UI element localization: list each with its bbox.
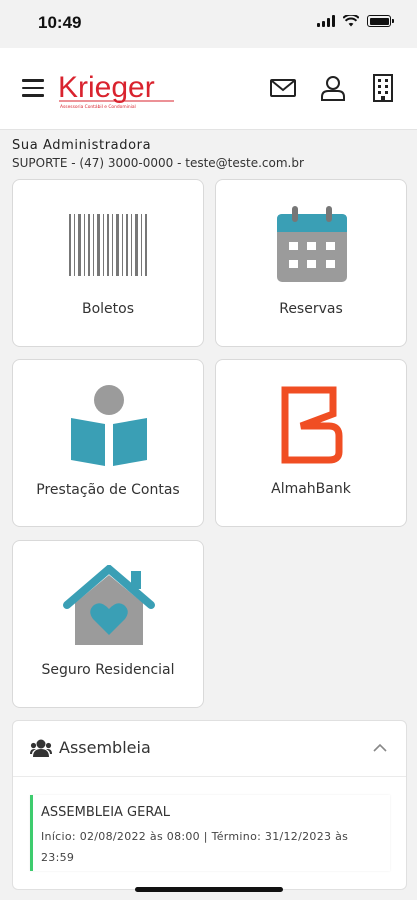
header-actions xyxy=(269,74,397,102)
assembleia-item[interactable]: ASSEMBLEIA GERAL Início: 02/08/2022 às 0… xyxy=(30,795,390,871)
krieger-logo[interactable]: Krieger Assessoria Contábil e Condominia… xyxy=(58,70,176,110)
building-icon[interactable] xyxy=(369,74,397,102)
wifi-icon xyxy=(343,15,359,27)
house-heart-icon xyxy=(63,565,155,645)
card-label-reservas: Reservas xyxy=(279,301,343,317)
status-icons xyxy=(317,15,394,27)
battery-icon xyxy=(367,15,394,27)
card-seguro-residencial[interactable]: Seguro Residencial xyxy=(12,540,204,708)
assembleia-item-title: ASSEMBLEIA GERAL xyxy=(41,805,170,820)
users-icon xyxy=(30,739,52,757)
admin-title: Sua Administradora xyxy=(12,138,152,153)
card-prestacao-contas[interactable]: Prestação de Contas xyxy=(12,359,204,527)
card-label-seguro-residencial: Seguro Residencial xyxy=(41,662,175,678)
logo-text: Krieger xyxy=(58,71,155,104)
chevron-up-icon[interactable] xyxy=(372,741,388,755)
assembleia-title: Assembleia xyxy=(59,738,151,757)
card-boletos[interactable]: Boletos xyxy=(12,179,204,347)
home-indicator xyxy=(135,887,283,892)
card-label-boletos: Boletos xyxy=(81,301,135,317)
logo-subtitle: Assessoria Contábil e Condominial xyxy=(60,103,136,110)
user-icon[interactable] xyxy=(319,74,347,102)
calendar-icon xyxy=(277,206,347,282)
book-reader-icon xyxy=(71,385,147,466)
admin-info: Sua Administradora SUPORTE - (47) 3000-0… xyxy=(0,130,417,180)
card-label-prestacao-contas: Prestação de Contas xyxy=(36,482,180,498)
mail-icon[interactable] xyxy=(269,74,297,102)
card-label-almahbank: AlmahBank xyxy=(271,481,351,497)
assembleia-item-dates: Início: 02/08/2022 às 08:00 | Término: 3… xyxy=(41,830,349,864)
app-header: Krieger Assessoria Contábil e Condominia… xyxy=(0,48,417,130)
assembleia-header[interactable]: Assembleia xyxy=(13,721,406,777)
barcode-icon xyxy=(69,214,147,276)
status-bar: 10:49 xyxy=(0,0,417,48)
status-time: 10:49 xyxy=(38,13,82,32)
assembleia-panel: Assembleia ASSEMBLEIA GERAL Início: 02/0… xyxy=(12,720,407,890)
card-reservas[interactable]: Reservas xyxy=(215,179,407,347)
signal-icon xyxy=(317,15,335,27)
card-almahbank[interactable]: AlmahBank xyxy=(215,359,407,527)
almahbank-logo-icon xyxy=(281,386,343,464)
hamburger-menu-icon[interactable] xyxy=(22,79,44,97)
admin-contact: SUPORTE - (47) 3000-0000 - teste@teste.c… xyxy=(12,156,304,170)
